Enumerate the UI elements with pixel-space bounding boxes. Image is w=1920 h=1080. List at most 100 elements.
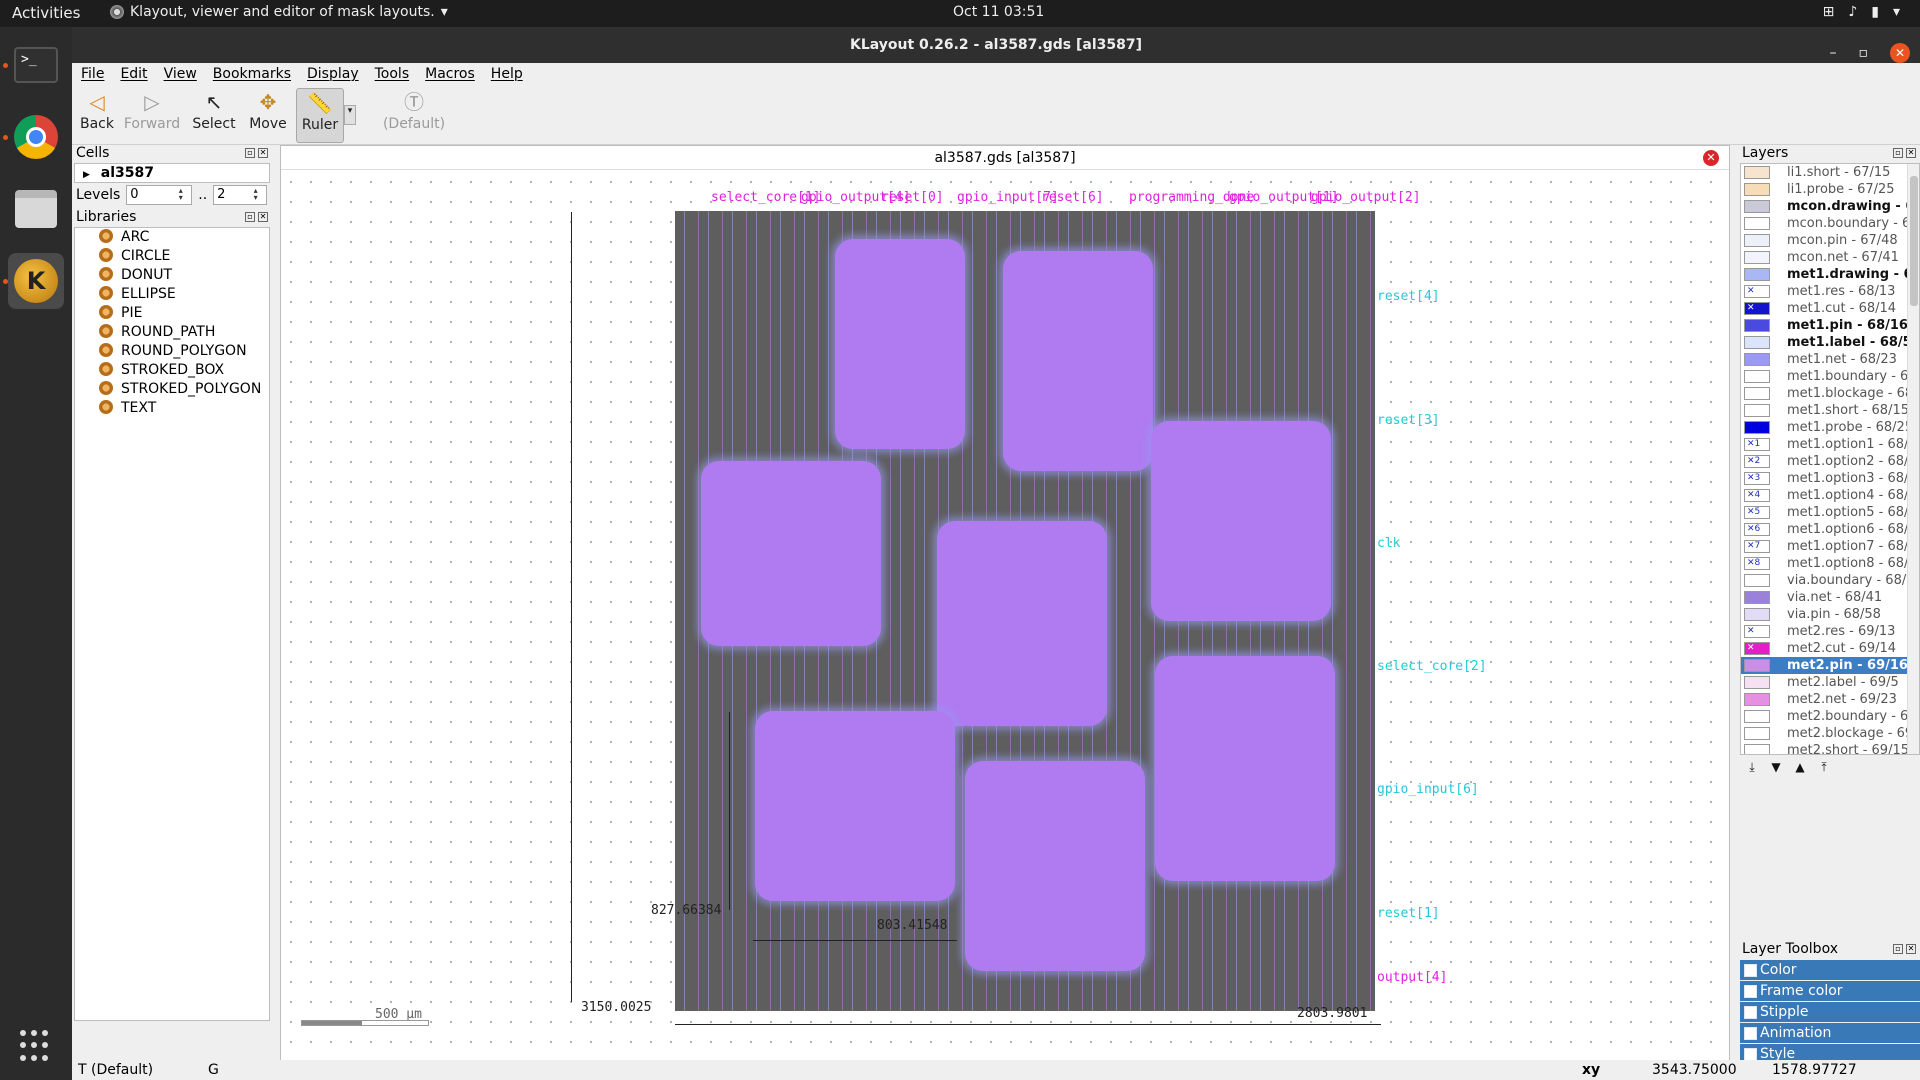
- measurement-ruler-horizontal[interactable]: [753, 940, 957, 941]
- layer-row[interactable]: met1.pin - 68/16: [1741, 317, 1919, 334]
- float-icon[interactable]: ▫: [1893, 148, 1903, 158]
- expand-arrow-icon[interactable]: ▶: [83, 170, 90, 180]
- layer-row[interactable]: ✕2 met1.option2 - 68/33: [1741, 453, 1919, 470]
- layer-list-scrollbar[interactable]: [1907, 164, 1919, 754]
- library-item[interactable]: PIE: [75, 304, 269, 323]
- measurement-ruler-vertical[interactable]: [729, 712, 730, 910]
- toolbox-color[interactable]: Color: [1740, 960, 1920, 980]
- menu-file[interactable]: File: [81, 66, 104, 82]
- library-item[interactable]: ELLIPSE: [75, 285, 269, 304]
- back-button[interactable]: ◁ Back: [78, 88, 116, 143]
- close-tab-icon[interactable]: ✕: [1703, 150, 1719, 166]
- library-item[interactable]: ROUND_POLYGON: [75, 342, 269, 361]
- text-default-button[interactable]: Ⓣ (Default): [372, 88, 456, 143]
- menu-help[interactable]: Help: [491, 66, 523, 82]
- layout-canvas[interactable]: select_core[1] gpio_output[4] reset[0] g…: [281, 172, 1729, 1060]
- layer-row[interactable]: met1.label - 68/5: [1741, 334, 1919, 351]
- toolbox-frame-color[interactable]: Frame color: [1740, 981, 1920, 1001]
- library-item[interactable]: STROKED_BOX: [75, 361, 269, 380]
- layer-row[interactable]: ✕3 met1.option3 - 68/34: [1741, 470, 1919, 487]
- move-down-icon[interactable]: ▼: [1766, 758, 1786, 776]
- layer-row[interactable]: ✕8 met1.option8 - 68/39: [1741, 555, 1919, 572]
- dock-chrome[interactable]: [8, 109, 64, 165]
- menu-bookmarks[interactable]: Bookmarks: [213, 66, 291, 82]
- menu-display[interactable]: Display: [307, 66, 359, 82]
- layer-row[interactable]: ✕ met2.cut - 69/14: [1741, 640, 1919, 657]
- layer-row[interactable]: met2.short - 69/15: [1741, 742, 1919, 754]
- layer-row[interactable]: ✕4 met1.option4 - 68/35: [1741, 487, 1919, 504]
- layout-tab[interactable]: al3587.gds [al3587] ✕: [281, 146, 1729, 170]
- move-bottom-icon[interactable]: ⤓: [1742, 758, 1762, 776]
- library-item[interactable]: TEXT: [75, 399, 269, 418]
- toolbox-animation[interactable]: Animation: [1740, 1023, 1920, 1043]
- layer-row[interactable]: met2.label - 69/5: [1741, 674, 1919, 691]
- library-item[interactable]: ARC: [75, 228, 269, 247]
- float-icon[interactable]: ▫: [245, 212, 255, 222]
- menu-edit[interactable]: Edit: [120, 66, 147, 82]
- minimize-icon[interactable]: –: [1830, 35, 1837, 71]
- library-item[interactable]: STROKED_POLYGON: [75, 380, 269, 399]
- library-item[interactable]: CIRCLE: [75, 247, 269, 266]
- forward-button[interactable]: ▷ Forward: [122, 88, 182, 143]
- activities-button[interactable]: Activities: [12, 4, 80, 22]
- move-up-icon[interactable]: ▲: [1790, 758, 1810, 776]
- window-titlebar[interactable]: KLayout 0.26.2 - al3587.gds [al3587] – ▫…: [72, 27, 1920, 63]
- close-icon[interactable]: ✕: [1890, 43, 1910, 63]
- show-applications-icon[interactable]: [20, 1030, 52, 1062]
- system-tray[interactable]: ⊞ ♪ ▮ ▾: [1823, 4, 1900, 20]
- layer-row[interactable]: ✕7 met1.option7 - 68/38: [1741, 538, 1919, 555]
- layer-row[interactable]: via.pin - 68/58: [1741, 606, 1919, 623]
- library-item[interactable]: ROUND_PATH: [75, 323, 269, 342]
- layer-row[interactable]: ✕1 met1.option1 - 68/32: [1741, 436, 1919, 453]
- dock-terminal[interactable]: >_: [8, 37, 64, 93]
- layer-row[interactable]: ✕ met1.res - 68/13: [1741, 283, 1919, 300]
- menu-tools[interactable]: Tools: [375, 66, 410, 82]
- library-item[interactable]: DONUT: [75, 266, 269, 285]
- close-icon[interactable]: ✕: [258, 148, 268, 158]
- layer-row[interactable]: mcon.drawing - 67/44: [1741, 198, 1919, 215]
- layer-row[interactable]: met1.boundary - 68/4: [1741, 368, 1919, 385]
- toolbox-stipple[interactable]: Stipple: [1740, 1002, 1920, 1022]
- layer-row[interactable]: mcon.boundary - 67/60: [1741, 215, 1919, 232]
- close-icon[interactable]: ✕: [258, 212, 268, 222]
- layer-row[interactable]: met1.short - 68/15: [1741, 402, 1919, 419]
- move-top-icon[interactable]: ⤒: [1814, 758, 1834, 776]
- layer-row[interactable]: met1.drawing - 68/20: [1741, 266, 1919, 283]
- layer-row[interactable]: met2.boundary - 69/4: [1741, 708, 1919, 725]
- dock-files[interactable]: [8, 181, 64, 237]
- clock[interactable]: Oct 11 03:51: [953, 4, 1044, 20]
- layer-row[interactable]: met2.net - 69/23: [1741, 691, 1919, 708]
- ruler-button[interactable]: 📏 Ruler: [296, 88, 344, 143]
- layer-name: met1.option2 - 68/33: [1787, 454, 1920, 469]
- close-icon[interactable]: ✕: [1906, 944, 1916, 954]
- app-menu[interactable]: Klayout, viewer and editor of mask layou…: [110, 4, 448, 20]
- ruler-dropdown-icon[interactable]: ▾: [344, 105, 356, 125]
- layer-row[interactable]: met1.net - 68/23: [1741, 351, 1919, 368]
- cell-tree-item[interactable]: ▶ al3587: [75, 164, 269, 183]
- layer-row[interactable]: via.net - 68/41: [1741, 589, 1919, 606]
- move-button[interactable]: ✥ Move: [246, 88, 290, 143]
- level-to-spinbox[interactable]: 2: [213, 185, 268, 205]
- layer-row[interactable]: li1.probe - 67/25: [1741, 181, 1919, 198]
- layer-row[interactable]: met1.probe - 68/25: [1741, 419, 1919, 436]
- layer-row[interactable]: ✕ met1.cut - 68/14: [1741, 300, 1919, 317]
- maximize-icon[interactable]: ▫: [1859, 35, 1869, 71]
- layer-row[interactable]: met2.pin - 69/16: [1741, 657, 1919, 674]
- menu-macros[interactable]: Macros: [425, 66, 475, 82]
- select-button[interactable]: ↖ Select: [190, 88, 238, 143]
- layer-row[interactable]: ✕6 met1.option6 - 68/37: [1741, 521, 1919, 538]
- layer-row[interactable]: mcon.pin - 67/48: [1741, 232, 1919, 249]
- layer-row[interactable]: ✕ met2.res - 69/13: [1741, 623, 1919, 640]
- layer-row[interactable]: via.boundary - 68/60: [1741, 572, 1919, 589]
- layer-row[interactable]: mcon.net - 67/41: [1741, 249, 1919, 266]
- layer-row[interactable]: met1.blockage - 68/10: [1741, 385, 1919, 402]
- float-icon[interactable]: ▫: [245, 148, 255, 158]
- level-from-spinbox[interactable]: 0: [126, 185, 193, 205]
- layer-row[interactable]: ✕5 met1.option5 - 68/36: [1741, 504, 1919, 521]
- float-icon[interactable]: ▫: [1893, 944, 1903, 954]
- layer-row[interactable]: met2.blockage - 69/10: [1741, 725, 1919, 742]
- menu-view[interactable]: View: [164, 66, 197, 82]
- dock-klayout[interactable]: K: [8, 253, 64, 309]
- close-icon[interactable]: ✕: [1906, 148, 1916, 158]
- layer-row[interactable]: li1.short - 67/15: [1741, 164, 1919, 181]
